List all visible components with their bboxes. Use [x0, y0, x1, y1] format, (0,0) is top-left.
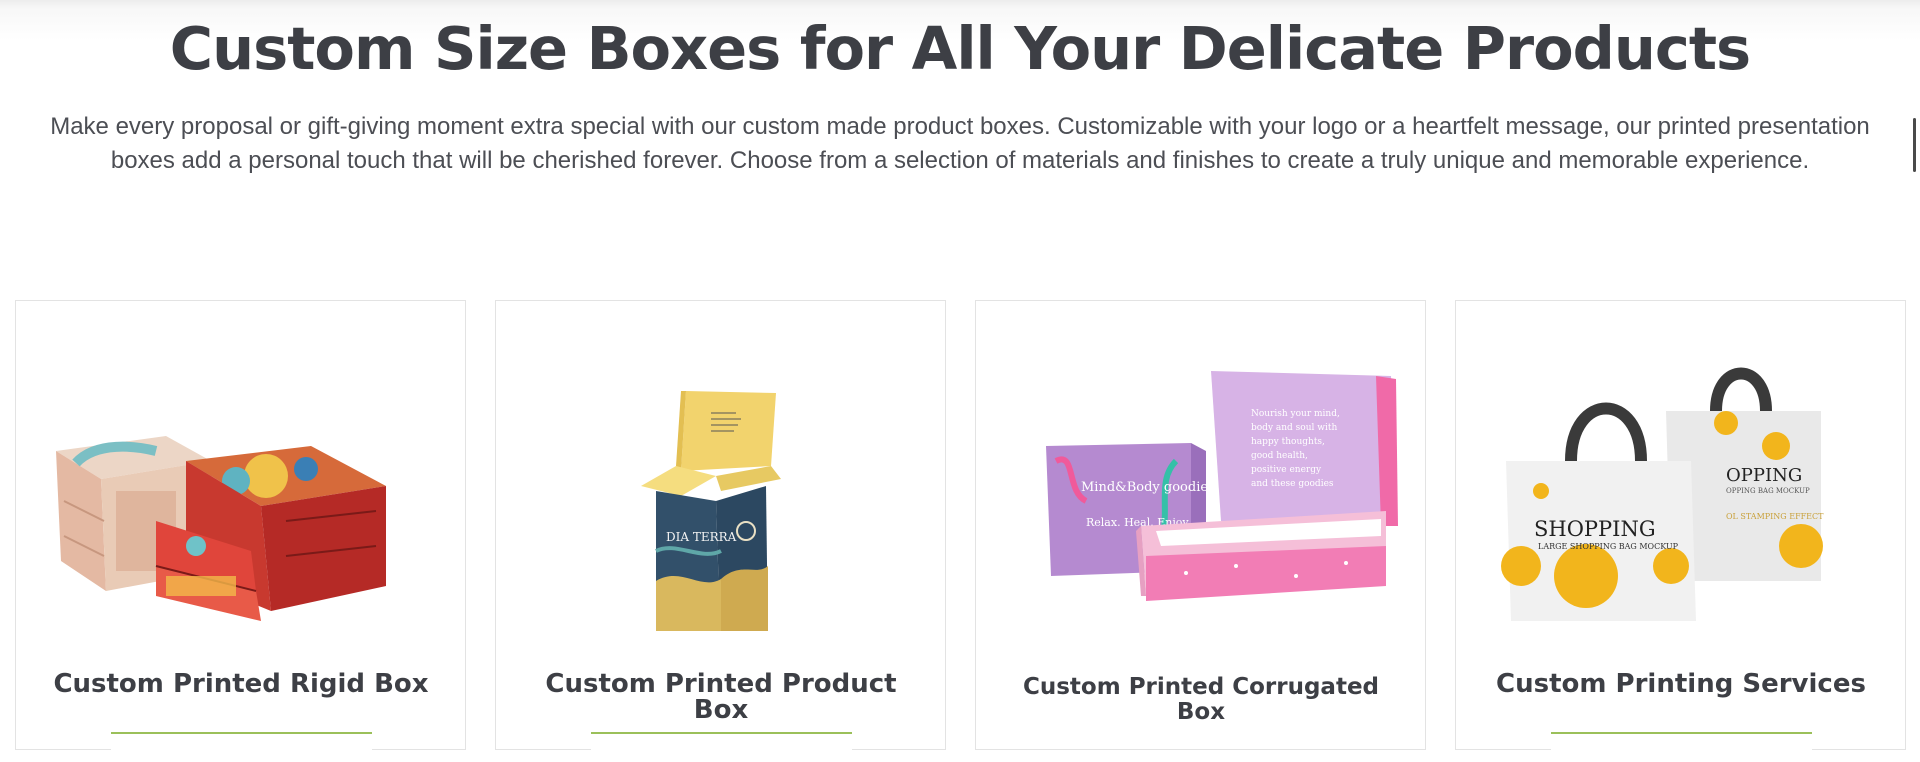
product-card-rigid-box[interactable]: Custom Printed Rigid Box [15, 300, 466, 762]
product-box-image[interactable]: DIA TERRA [516, 351, 926, 631]
product-cta-button[interactable] [591, 732, 852, 762]
lid-text-5: positive energy [1251, 465, 1322, 475]
lid-text-2: body and soul with [1251, 423, 1337, 433]
product-card-corrugated-box[interactable]: Mind&Body goodies Relax. Heal. Enjoy Nou… [975, 300, 1426, 750]
mind-body-label: Mind&Body goodies [1081, 480, 1215, 495]
lid-text-4: good health, [1251, 451, 1308, 461]
lid-text-6: and these goodies [1251, 479, 1334, 489]
bag-back-sub: OPPING BAG MOCKUP [1726, 487, 1810, 495]
lid-text-3: happy thoughts, [1251, 437, 1325, 447]
product-title[interactable]: Custom Printed Product Box [516, 671, 926, 723]
lid-text-1: Nourish your mind, [1251, 409, 1340, 419]
bag-back-foil: OL STAMPING EFFECT [1726, 512, 1824, 521]
product-card-product-box[interactable]: DIA TERRA Custom Printed Product Box [495, 300, 946, 762]
product-title[interactable]: Custom Printed Rigid Box [36, 671, 446, 697]
section-intro: Make every proposal or gift-giving momen… [30, 110, 1890, 178]
product-title[interactable]: Custom Printing Services [1476, 671, 1886, 697]
product-title[interactable]: Custom Printed Corrugated Box [996, 675, 1406, 725]
shopping-bag-image[interactable]: OPPING OPPING BAG MOCKUP OL STAMPING EFF… [1476, 351, 1886, 631]
intro-line-2: boxes add a personal touch that will be … [110, 147, 1810, 174]
bag-back-word: OPPING [1726, 465, 1802, 486]
product-card-printing-services[interactable]: OPPING OPPING BAG MOCKUP OL STAMPING EFF… [1455, 300, 1906, 762]
scrollbar-thumb[interactable] [1913, 118, 1916, 172]
product-cta-button[interactable] [111, 732, 372, 762]
dia-terra-label: DIA TERRA [666, 530, 737, 544]
product-cta-button[interactable] [1551, 732, 1812, 762]
product-title-line-1: Custom Printed Corrugated [1022, 674, 1380, 700]
bag-front-sub: LARGE SHOPPING BAG MOCKUP [1538, 542, 1679, 551]
bag-front-word: SHOPPING [1534, 517, 1656, 541]
section-title: Custom Size Boxes for All Your Delicate … [169, 14, 1751, 83]
intro-line-1: Make every proposal or gift-giving momen… [50, 113, 1870, 140]
rigid-drawer-box-image[interactable] [36, 351, 446, 631]
corrugated-mailer-box-image[interactable]: Mind&Body goodies Relax. Heal. Enjoy Nou… [996, 351, 1406, 631]
product-title-line-2: Box [1176, 699, 1226, 725]
